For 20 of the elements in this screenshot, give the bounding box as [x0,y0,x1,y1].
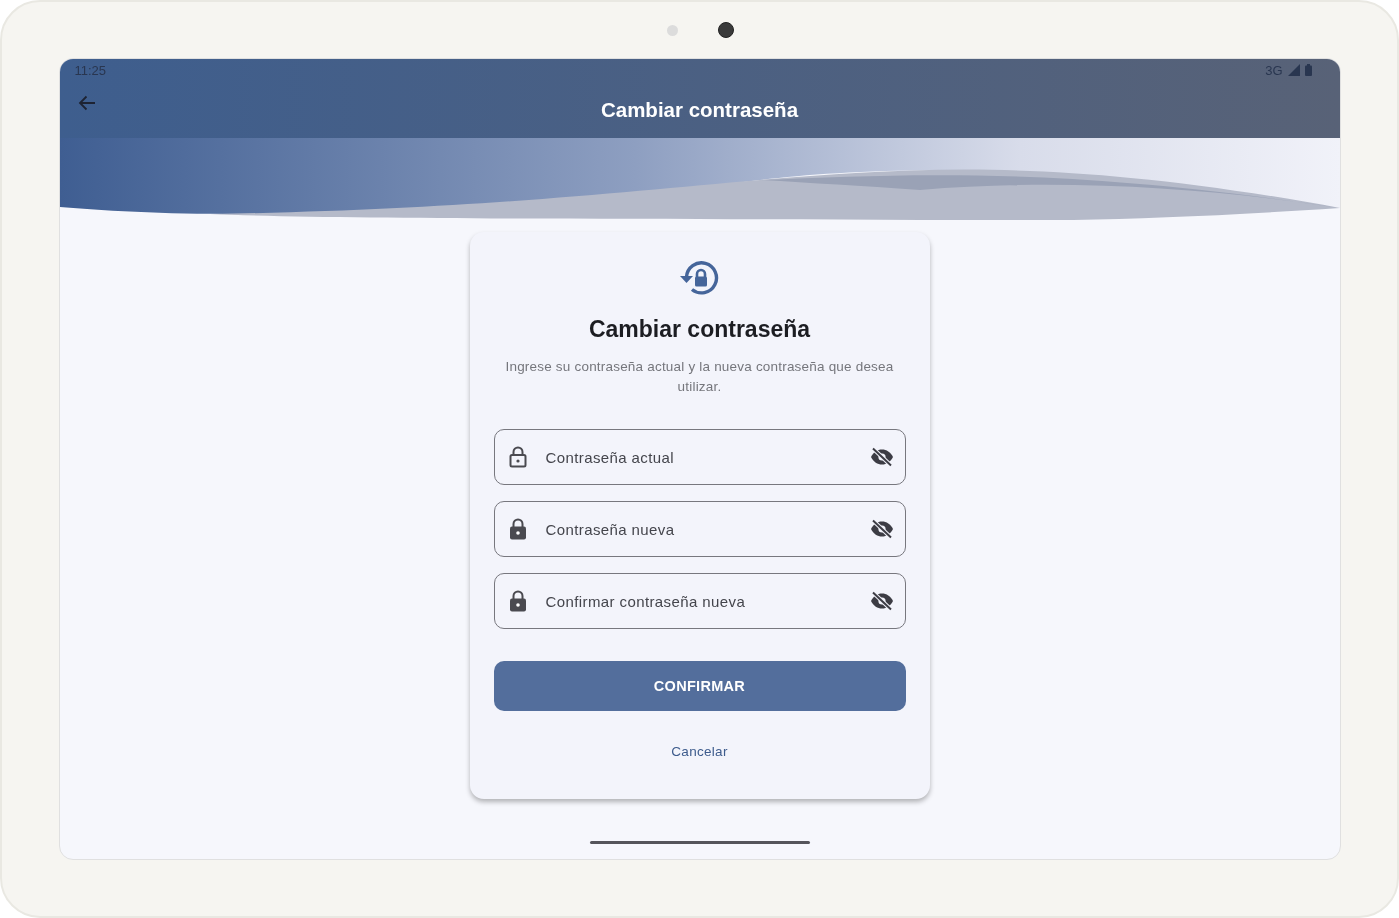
battery-icon [1304,64,1312,76]
app-bar-title: Cambiar contraseña [600,97,799,122]
card-title: Cambiar contraseña [587,316,812,343]
password-field[interactable]: Contraseña actual [493,429,906,485]
password-field[interactable]: Contraseña nueva [493,501,906,557]
lock-icon [508,590,527,612]
back-arrow-icon[interactable] [77,95,96,111]
eye-off-icon[interactable] [869,591,894,611]
password-field[interactable]: Confirmar contraseña nueva [493,573,906,629]
camera-lens [718,22,734,38]
card-description: Ingrese su contraseña actual y la nueva contraseña que desea utilizar. [504,358,895,396]
eye-off-icon[interactable] [869,447,894,467]
cancel-link[interactable]: Cancelar [671,744,728,759]
eye-off-icon[interactable] [869,519,894,539]
sensor-dot [667,24,678,36]
confirm-button[interactable]: CONFIRMAR [493,661,906,711]
status-time: 11:25 [74,62,107,78]
signal-icon [1287,64,1300,76]
lock-icon [508,518,527,540]
lock-icon [508,446,527,468]
